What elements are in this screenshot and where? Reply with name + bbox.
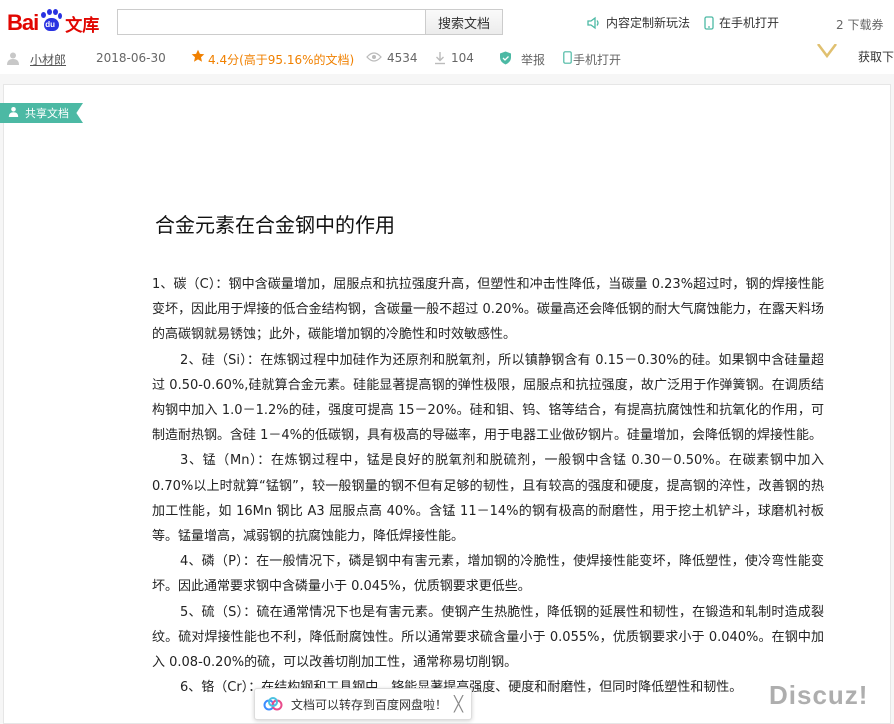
open-on-mobile-link[interactable]: 在手机打开 (704, 14, 779, 31)
paragraph-silicon: 2、硅（Si）：在炼钢过程中加硅作为还原剂和脱氧剂，所以镇静钢含有 0.15－0… (152, 352, 824, 444)
search-input[interactable] (117, 9, 425, 35)
shield-icon (499, 51, 512, 65)
baidu-netdisk-icon (263, 697, 283, 711)
shared-document-tag: 共享文档 (0, 103, 83, 123)
phone-icon (704, 15, 714, 30)
top-bar: Bai du 文库 搜索文档 内容定制新玩法 在手机打开 2 下载券 (0, 0, 894, 44)
close-icon[interactable]: ╳ (454, 695, 463, 713)
star-icon (191, 49, 205, 63)
uploader-name[interactable]: 小材郎 (30, 51, 66, 68)
paragraph-chromium: 6、铬（Cr）：在结构钢和工具钢中，铬能显著提高强度、硬度和耐磨性，但同时降低塑… (152, 675, 824, 700)
paragraph-manganese: 3、锰（Mn）：在炼钢过程中，锰是良好的脱氧剂和脱硫剂，一般钢中含锰 0.30－… (152, 453, 824, 545)
paragraph-phosphorus: 4、磷（P）：在一般情况下，磷是钢中有害元素，增加钢的冷脆性，使焊接性能变坏，降… (152, 554, 824, 595)
eye-icon (366, 51, 382, 63)
user-icon (6, 51, 20, 65)
mobile-phone-icon (563, 51, 572, 64)
custom-content-link[interactable]: 内容定制新玩法 (587, 14, 690, 31)
toast-message: 文档可以转存到百度网盘啦！ (291, 697, 448, 712)
view-count: 4534 (387, 51, 418, 65)
shared-document-label: 共享文档 (25, 107, 69, 120)
download-coupon-count: 2 下载券 (836, 18, 884, 32)
logo-du-text: du (45, 20, 56, 29)
speaker-icon (587, 16, 601, 30)
ribbon-icon (816, 43, 838, 64)
download-icon (434, 51, 446, 65)
save-to-netdisk-toast: 文档可以转存到百度网盘啦！ ╳ (254, 688, 472, 720)
paragraph-sulfur: 5、硫（S）：硫在通常情况下也是有害元素。使钢产生热脆性，降低钢的延展性和韧性，… (152, 604, 824, 671)
discuz-watermark: Discuz! (769, 680, 869, 710)
logo-bai-text: Bai (7, 10, 39, 35)
person-icon (8, 106, 19, 120)
document-body: 1、碳（C）：钢中含碳量增加，屈服点和抗拉强度升高，但塑性和冲击性降低，当碳量 … (152, 272, 824, 700)
document-title: 合金元素在合金钢中的作用 (155, 213, 395, 237)
logo-wenku-text: 文库 (65, 15, 100, 36)
open-on-mobile-label: 在手机打开 (719, 16, 780, 30)
report-link[interactable]: 举报 (521, 51, 545, 68)
baidu-paw-icon: du (39, 9, 63, 33)
baidu-wenku-logo[interactable]: Bai du 文库 (7, 8, 99, 38)
custom-content-label: 内容定制新玩法 (606, 16, 691, 30)
download-count: 104 (451, 51, 474, 65)
open-mobile-link[interactable]: 手机打开 (573, 51, 621, 68)
upload-date: 2018-06-30 (96, 51, 166, 65)
get-coupon-link[interactable]: 获取下 (858, 48, 894, 65)
paragraph-carbon: 1、碳（C）：钢中含碳量增加，屈服点和抗拉强度升高，但塑性和冲击性降低，当碳量 … (152, 277, 824, 343)
document-meta-bar: 小材郎 2018-06-30 4.4分(高于95.16%的文档) 4534 10… (0, 44, 894, 74)
rating-text: 4.4分(高于95.16%的文档) (208, 53, 355, 67)
search-button[interactable]: 搜索文档 (425, 9, 503, 35)
